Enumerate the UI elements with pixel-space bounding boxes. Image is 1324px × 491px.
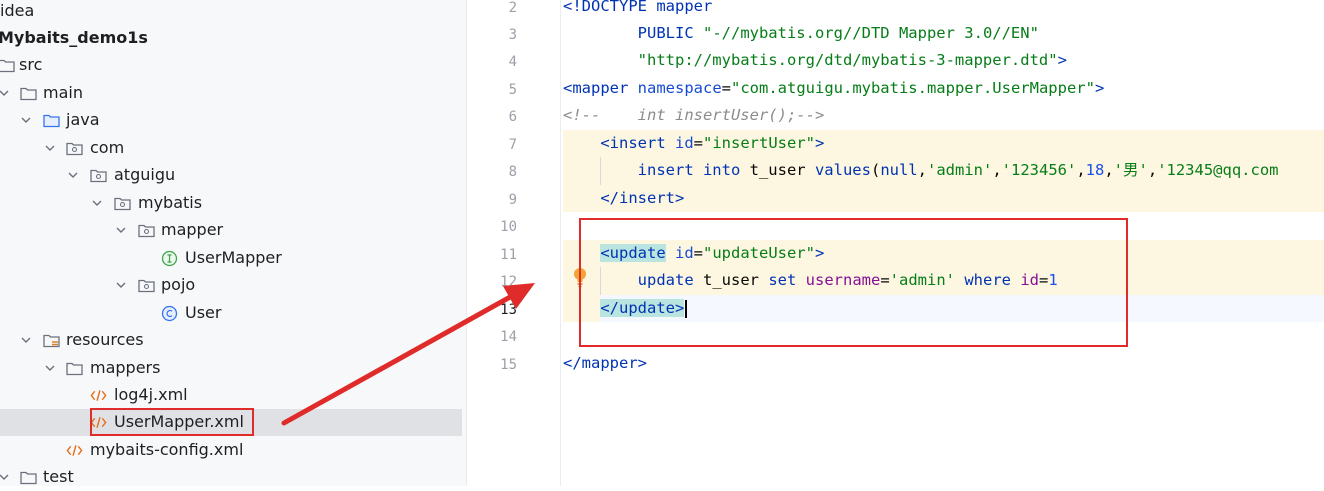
code-line-15: </mapper> <box>563 354 647 372</box>
line-number-current: 13 <box>500 302 517 318</box>
tree-item-atguigu[interactable]: atguigu <box>0 162 462 189</box>
folder-icon <box>20 469 37 486</box>
line-number: 7 <box>508 137 517 153</box>
tree-item-test[interactable]: test <box>0 464 462 491</box>
project-tree: idea Mybaits_demo1s src main java com at… <box>0 0 466 486</box>
line-number: 11 <box>500 247 517 263</box>
tree-item-label: pojo <box>161 275 196 294</box>
tree-item-label: java <box>66 110 100 129</box>
line-number: 10 <box>500 219 517 235</box>
line-number: 3 <box>508 27 517 43</box>
tree-item-pojo[interactable]: pojo <box>0 272 462 299</box>
tree-item-user[interactable]: User <box>0 300 462 327</box>
tree-item-label: com <box>90 138 125 157</box>
tree-item-idea[interactable]: idea <box>0 0 462 25</box>
tree-item-java[interactable]: java <box>0 107 462 134</box>
tree-item-label: Mybaits_demo1s <box>0 28 148 47</box>
tree-item-log4j-xml[interactable]: log4j.xml <box>0 382 462 409</box>
chevron-down-icon[interactable] <box>19 113 33 127</box>
package-icon <box>138 277 155 294</box>
tree-item-label: atguigu <box>114 165 176 184</box>
tree-item-label: log4j.xml <box>114 385 188 404</box>
code-line-8: insert into t_user values(null,'admin','… <box>637 161 1279 179</box>
tree-item-main[interactable]: main <box>0 80 462 107</box>
class-icon <box>161 305 178 322</box>
tree-item-label: mybaits-config.xml <box>90 440 244 459</box>
editor-gutter <box>477 0 561 486</box>
tree-item-mapper[interactable]: mapper <box>0 217 462 244</box>
code-line-6: <!-- int insertUser();--> <box>563 106 825 124</box>
panel-divider[interactable] <box>466 0 467 486</box>
tree-item-src[interactable]: src <box>0 52 462 79</box>
chevron-down-icon[interactable] <box>114 223 128 237</box>
tree-item-label: idea <box>0 1 35 20</box>
tree-item-mybatis[interactable]: mybatis <box>0 190 462 217</box>
code-line-7: <insert id="insertUser"> <box>600 134 825 152</box>
code-line-5: <mapper namespace="com.atguigu.mybatis.m… <box>563 79 1105 97</box>
interface-icon <box>161 250 178 267</box>
tree-item-label: resources <box>66 330 144 349</box>
annotation-file-box <box>90 408 254 436</box>
resources-folder-icon <box>43 332 60 349</box>
line-number: 6 <box>508 109 517 125</box>
xml-file-icon <box>90 387 107 404</box>
xml-file-icon <box>66 442 83 459</box>
tree-item-label: src <box>19 55 43 74</box>
line-number: 4 <box>508 54 517 70</box>
package-icon <box>90 167 107 184</box>
chevron-down-icon[interactable] <box>19 333 33 347</box>
line-number: 12 <box>500 274 517 290</box>
code-line-3: PUBLIC "-//mybatis.org//DTD Mapper 3.0//… <box>637 24 1039 42</box>
tree-item-mappers[interactable]: mappers <box>0 355 462 382</box>
tree-item-usermapper[interactable]: UserMapper <box>0 245 462 272</box>
line-number: 2 <box>508 0 517 16</box>
tree-item-label: User <box>185 303 222 322</box>
package-icon <box>138 222 155 239</box>
code-line-2: <!DOCTYPE mapper <box>563 0 713 15</box>
tree-item-label: mapper <box>161 220 224 239</box>
tree-item-module[interactable]: Mybaits_demo1s <box>0 25 462 52</box>
line-number: 8 <box>508 164 517 180</box>
tree-item-label: mappers <box>90 358 161 377</box>
tree-item-label: UserMapper <box>185 248 282 267</box>
package-icon <box>114 195 131 212</box>
tree-item-label: main <box>43 83 83 102</box>
source-folder-icon <box>43 112 60 129</box>
line-number: 15 <box>500 357 517 373</box>
tree-item-label: test <box>43 467 74 486</box>
tree-item-label: mybatis <box>138 193 203 212</box>
chevron-down-icon[interactable] <box>114 278 128 292</box>
chevron-down-icon[interactable] <box>0 470 11 484</box>
line-number: 5 <box>508 82 517 98</box>
tree-item-resources[interactable]: resources <box>0 327 462 354</box>
folder-icon <box>66 360 83 377</box>
tree-item-com[interactable]: com <box>0 135 462 162</box>
package-icon <box>66 140 83 157</box>
folder-icon <box>0 57 15 74</box>
code-line-9: </insert> <box>600 189 685 207</box>
gutter-separator <box>560 0 561 486</box>
chevron-down-icon[interactable] <box>43 141 57 155</box>
line-number: 14 <box>500 329 517 345</box>
chevron-down-icon[interactable] <box>0 86 11 100</box>
chevron-down-icon[interactable] <box>43 361 57 375</box>
tree-item-mybaits-config-xml[interactable]: mybaits-config.xml <box>0 437 462 464</box>
code-line-4: "http://mybatis.org/dtd/mybatis-3-mapper… <box>637 51 1067 69</box>
chevron-down-icon[interactable] <box>90 196 104 210</box>
folder-icon <box>20 85 37 102</box>
chevron-down-icon[interactable] <box>66 168 80 182</box>
line-number: 9 <box>508 192 517 208</box>
annotation-code-box <box>579 218 1128 347</box>
